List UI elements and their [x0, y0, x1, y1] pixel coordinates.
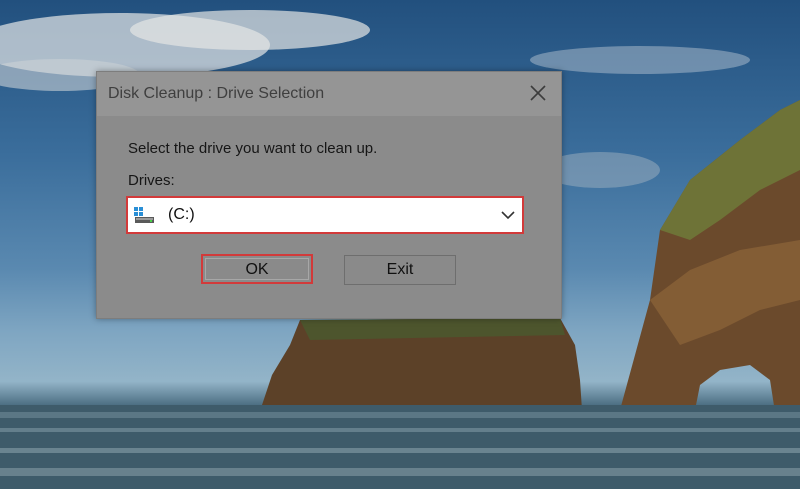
hard-drive-icon [134, 207, 154, 223]
disk-cleanup-dialog: Disk Cleanup : Drive Selection Select th… [96, 71, 562, 319]
close-icon [530, 85, 546, 101]
drives-label: Drives: [128, 172, 175, 189]
desktop: Disk Cleanup : Drive Selection Select th… [0, 0, 800, 489]
exit-button[interactable]: Exit [344, 255, 456, 285]
instruction-text: Select the drive you want to clean up. [128, 140, 378, 157]
ok-button-label: OK [205, 258, 309, 280]
close-button[interactable] [525, 80, 551, 106]
dialog-body: Select the drive you want to clean up. D… [97, 116, 561, 318]
dialog-titlebar[interactable]: Disk Cleanup : Drive Selection [97, 72, 561, 116]
drive-select-dropdown[interactable]: (C:) [126, 196, 524, 234]
dialog-title: Disk Cleanup : Drive Selection [108, 85, 325, 102]
chevron-down-icon [501, 211, 515, 220]
selected-drive-value: (C:) [168, 206, 195, 223]
ok-button[interactable]: OK [201, 254, 313, 284]
